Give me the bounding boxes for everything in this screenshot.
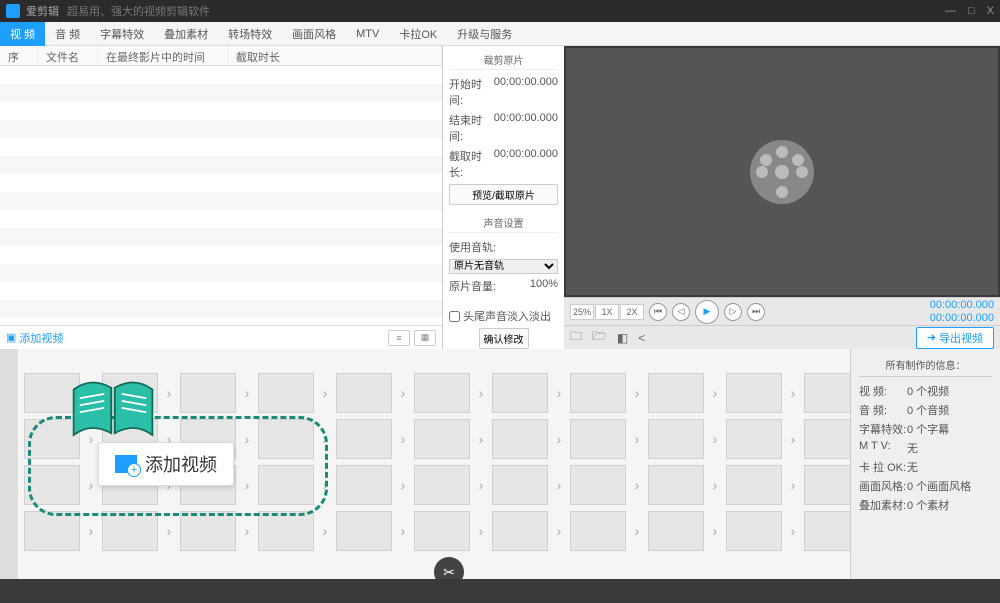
tab-upgrade[interactable]: 升级与服务 <box>447 22 522 46</box>
preview-panel: 25% 1X 2X ⏮ ◁ ▶ ▷ ⏭ 00:00:00.000 00:00:0… <box>564 46 1000 349</box>
timeline-row: ››››››››››› <box>24 373 844 413</box>
step-fwd-button[interactable]: ▷ <box>724 303 742 321</box>
film-reel-icon <box>750 140 814 204</box>
start-time[interactable]: 00:00:00.000 <box>494 76 558 108</box>
export-video-button[interactable]: ➜ 导出视频 <box>916 327 994 349</box>
tab-subtitle[interactable]: 字幕特效 <box>90 22 154 46</box>
minimize-button[interactable]: — <box>945 5 956 17</box>
prev-frame-button[interactable]: ⏮ <box>649 303 667 321</box>
tab-audio[interactable]: 音 频 <box>45 22 90 46</box>
timeline-row: ››››››››››› <box>24 511 844 551</box>
timeline-sidebar[interactable] <box>0 349 18 579</box>
audio-track-select[interactable]: 原片无音轨 <box>449 259 558 274</box>
folder-icon[interactable]: 🗀 <box>570 327 582 348</box>
main-tabs: 视 频 音 频 字幕特效 叠加素材 转场特效 画面风格 MTV 卡拉OK 升级与… <box>0 22 1000 46</box>
total-time: 00:00:00.000 <box>930 312 994 324</box>
duration: 00:00:00.000 <box>494 148 558 180</box>
add-video-button[interactable]: ▣ 添加视频 <box>6 330 63 346</box>
col-duration: 截取时长 <box>228 46 442 65</box>
video-preview[interactable] <box>566 48 998 295</box>
preview-toolbar: 🗀 🗁 ◧ < ➜ 导出视频 <box>564 325 1000 349</box>
zoom-2x[interactable]: 2X <box>620 304 644 320</box>
clip-list[interactable] <box>0 66 442 325</box>
share-icon[interactable]: < <box>638 331 645 345</box>
timeline-area: ››››››››››› ››››››››››› ››››››››››› ››››… <box>0 349 1000 579</box>
app-title: 爱剪辑 <box>26 3 59 19</box>
end-time[interactable]: 00:00:00.000 <box>494 112 558 144</box>
timeline-tracks[interactable]: ››››››››››› ››››››››››› ››››››››››› ››››… <box>18 349 850 579</box>
col-index: 序号 <box>0 46 38 65</box>
current-time: 00:00:00.000 <box>930 299 994 311</box>
playback-controls: 25% 1X 2X ⏮ ◁ ▶ ▷ ⏭ 00:00:00.000 00:00:0… <box>564 297 1000 325</box>
app-subtitle: 超易用、强大的视频剪辑软件 <box>67 3 210 19</box>
zoom-25[interactable]: 25% <box>570 304 594 320</box>
tab-karaoke[interactable]: 卡拉OK <box>389 22 447 46</box>
col-filename: 文件名 <box>38 46 98 65</box>
fade-checkbox[interactable]: 头尾声音淡入淡出 <box>449 308 558 324</box>
tab-overlay[interactable]: 叠加素材 <box>154 22 218 46</box>
maximize-button[interactable]: □ <box>968 5 975 17</box>
app-logo-icon <box>6 4 20 18</box>
tab-mtv[interactable]: MTV <box>346 24 389 44</box>
scissors-icon[interactable]: ✂ <box>434 557 464 579</box>
list-view-button[interactable]: ≡ <box>388 330 410 346</box>
confirm-button[interactable]: 确认修改 <box>479 328 529 349</box>
tab-style[interactable]: 画面风格 <box>282 22 346 46</box>
export-icon: ➜ <box>927 331 936 344</box>
clip-settings-panel: 裁剪原片 开始时间:00:00:00.000 结束时间:00:00:00.000… <box>442 46 564 349</box>
tab-video[interactable]: 视 频 <box>0 22 45 46</box>
project-info-panel: 所有制作的信息： 视 频:0 个视频 音 频:0 个音频 字幕特效:0 个字幕 … <box>850 349 1000 579</box>
transition-slot[interactable]: › <box>84 385 98 401</box>
list-header: 序号 文件名 在最终影片中的时间 截取时长 <box>0 46 442 66</box>
zoom-1x[interactable]: 1X <box>595 304 619 320</box>
timeline-row: ››››››››››› <box>24 465 844 505</box>
step-back-button[interactable]: ◁ <box>672 303 690 321</box>
plus-icon: ▣ <box>6 331 16 344</box>
clip-slot[interactable] <box>24 373 80 413</box>
info-header: 所有制作的信息： <box>859 357 992 377</box>
play-button[interactable]: ▶ <box>695 300 719 324</box>
next-frame-button[interactable]: ⏭ <box>747 303 765 321</box>
col-time: 在最终影片中的时间 <box>98 46 228 65</box>
folder2-icon[interactable]: 🗁 <box>592 327 607 348</box>
grid-view-button[interactable]: ▦ <box>414 330 436 346</box>
titlebar: 爱剪辑 超易用、强大的视频剪辑软件 — □ X <box>0 0 1000 22</box>
preview-trim-button[interactable]: 预览/截取原片 <box>449 184 558 205</box>
snapshot-icon[interactable]: ◧ <box>617 331 628 345</box>
tab-transition[interactable]: 转场特效 <box>218 22 282 46</box>
clip-list-panel: 序号 文件名 在最终影片中的时间 截取时长 ▣ 添加视频 ≡ ▦ <box>0 46 442 349</box>
timeline-row: ››››››››››› <box>24 419 844 459</box>
section-trim: 裁剪原片 <box>449 52 558 70</box>
section-audio: 声音设置 <box>449 215 558 233</box>
close-button[interactable]: X <box>987 5 994 17</box>
volume-value: 100% <box>530 278 558 294</box>
